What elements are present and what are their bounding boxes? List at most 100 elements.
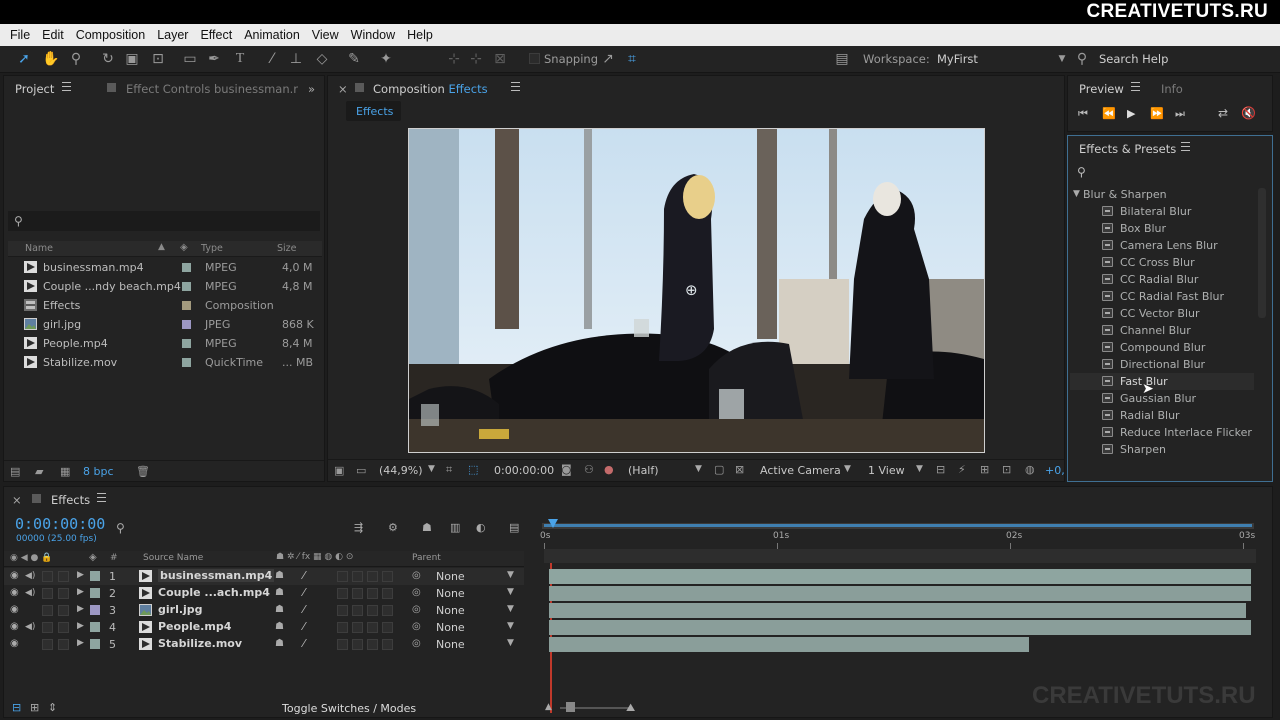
layer-duration-bar[interactable] bbox=[549, 586, 1251, 601]
frame-blending-icon[interactable]: ▥ bbox=[450, 521, 460, 534]
preview-tab[interactable]: Preview bbox=[1079, 82, 1124, 96]
motion-blur-switch[interactable] bbox=[367, 571, 378, 582]
expand-layer-icon[interactable]: ▶ bbox=[77, 621, 84, 631]
mute-audio-icon[interactable]: 🔇 bbox=[1241, 106, 1256, 120]
3d-layer-switch[interactable] bbox=[382, 605, 393, 616]
effect-item[interactable]: Fast Blur bbox=[1070, 373, 1254, 390]
timeline-timecode[interactable]: 0:00:00:00 bbox=[15, 515, 105, 533]
interpret-footage-icon[interactable]: ▤ bbox=[10, 465, 20, 478]
effect-item[interactable]: Radial Blur bbox=[1100, 407, 1260, 424]
layer-label-color[interactable] bbox=[90, 605, 100, 615]
view-axis-icon[interactable]: ⊠ bbox=[492, 51, 508, 67]
effect-item[interactable]: Bilateral Blur bbox=[1100, 203, 1260, 220]
layer-row[interactable]: ◉ ◀) ▶ 4 People.mp4 ☗ ⁄ ◎ None ▼ bbox=[4, 619, 524, 636]
channel-icon[interactable]: ● bbox=[604, 463, 614, 476]
motion-blur-switch[interactable] bbox=[367, 639, 378, 650]
column-source-name[interactable]: Source Name bbox=[143, 553, 203, 563]
project-item[interactable]: Couple ...ndy beach.mp4 MPEG 4,8 M bbox=[10, 277, 322, 296]
resolution-dropdown-icon[interactable]: ▼ bbox=[695, 464, 702, 474]
visibility-eye-icon[interactable]: ◉ bbox=[10, 639, 21, 649]
mask-visibility-icon[interactable]: ⬚ bbox=[468, 463, 478, 476]
quality-switch-icon[interactable]: ⁄ bbox=[303, 586, 305, 599]
grid-guide-icon[interactable]: ⌗ bbox=[446, 463, 452, 477]
3d-layer-switch[interactable] bbox=[382, 639, 393, 650]
composition-viewer[interactable]: ⊕ bbox=[408, 128, 985, 453]
shy-switch-icon[interactable]: ☗ bbox=[275, 570, 284, 581]
layer-name[interactable]: People.mp4 bbox=[158, 620, 231, 633]
motion-blur-switch[interactable] bbox=[367, 588, 378, 599]
effect-item[interactable]: CC Radial Blur bbox=[1100, 271, 1260, 288]
rectangle-tool-icon[interactable]: ▭ bbox=[182, 51, 198, 67]
frame-blend-switch[interactable] bbox=[352, 571, 363, 582]
camera-tool-icon[interactable]: ▣ bbox=[124, 51, 140, 67]
puppet-pin-tool-icon[interactable]: ✦ bbox=[378, 51, 394, 67]
lock-toggle[interactable] bbox=[58, 571, 69, 582]
lock-toggle[interactable] bbox=[58, 639, 69, 650]
region-of-interest-icon[interactable]: ▢ bbox=[714, 463, 724, 476]
snapping-checkbox[interactable] bbox=[529, 53, 540, 64]
close-tab-icon[interactable]: × bbox=[338, 82, 348, 96]
solo-toggle[interactable] bbox=[42, 622, 53, 633]
layer-name[interactable]: Couple ...ach.mp4 bbox=[158, 586, 270, 599]
first-frame-icon[interactable]: ⏮ bbox=[1078, 107, 1088, 121]
parent-pick-whip-icon[interactable]: ◎ bbox=[412, 570, 421, 581]
parent-dropdown-icon[interactable]: ▼ bbox=[507, 587, 514, 597]
column-size[interactable]: Size bbox=[277, 243, 297, 254]
pan-behind-tool-icon[interactable]: ⊡ bbox=[150, 51, 166, 67]
parent-dropdown-icon[interactable]: ▼ bbox=[507, 638, 514, 648]
local-axis-icon[interactable]: ⊹ bbox=[446, 51, 462, 67]
zoom-slider-handle[interactable] bbox=[566, 702, 575, 712]
hand-tool-icon[interactable]: ✋ bbox=[42, 51, 59, 67]
pen-tool-icon[interactable]: ✒ bbox=[206, 51, 222, 67]
magnification-select[interactable]: (44,9%) bbox=[379, 464, 423, 477]
shy-switch-icon[interactable]: ☗ bbox=[275, 604, 284, 615]
category-expand-icon[interactable]: ▼ bbox=[1073, 189, 1080, 199]
lock-toggle[interactable] bbox=[58, 622, 69, 633]
expand-layer-icon[interactable]: ▶ bbox=[77, 604, 84, 614]
preview-menu-icon[interactable] bbox=[1131, 82, 1140, 91]
project-item[interactable]: businessman.mp4 MPEG 4,0 M bbox=[10, 258, 322, 277]
world-axis-icon[interactable]: ⊹ bbox=[468, 51, 484, 67]
graph-editor-icon[interactable]: ▤ bbox=[509, 521, 519, 534]
effect-item[interactable]: CC Radial Fast Blur bbox=[1100, 288, 1260, 305]
frame-blend-switch[interactable] bbox=[352, 605, 363, 616]
work-area-range[interactable] bbox=[544, 524, 1252, 527]
label-color-swatch[interactable] bbox=[182, 282, 191, 291]
hide-shy-layers-icon[interactable]: ☗ bbox=[422, 521, 432, 534]
search-icon[interactable]: ⚲ bbox=[116, 521, 125, 535]
expand-in-out-icon[interactable]: ⇕ bbox=[48, 701, 57, 714]
loop-icon[interactable]: ⇄ bbox=[1218, 106, 1228, 120]
clone-stamp-tool-icon[interactable]: ⊥ bbox=[288, 51, 304, 67]
zoom-out-icon[interactable]: ▲ bbox=[545, 702, 552, 712]
parent-select[interactable]: None bbox=[436, 570, 465, 583]
effect-item[interactable]: CC Vector Blur bbox=[1100, 305, 1260, 322]
expand-layer-icon[interactable]: ▶ bbox=[77, 587, 84, 597]
delete-icon[interactable]: 🗑 bbox=[136, 465, 150, 478]
frame-blend-switch[interactable] bbox=[352, 639, 363, 650]
effect-switch[interactable] bbox=[337, 605, 348, 616]
column-name[interactable]: Name bbox=[25, 243, 53, 254]
menu-layer[interactable]: Layer bbox=[151, 28, 194, 42]
quality-switch-icon[interactable]: ⁄ bbox=[303, 637, 305, 650]
menu-effect[interactable]: Effect bbox=[194, 28, 238, 42]
snap-features-icon[interactable]: ⌗ bbox=[624, 51, 640, 67]
menu-view[interactable]: View bbox=[306, 28, 345, 42]
layer-duration-bar[interactable] bbox=[549, 569, 1251, 584]
effects-presets-tab[interactable]: Effects & Presets bbox=[1079, 142, 1176, 156]
expand-layer-switches-icon[interactable]: ⊟ bbox=[12, 701, 21, 714]
toggle-switches-modes-button[interactable]: Toggle Switches / Modes bbox=[282, 702, 416, 715]
zoom-tool-icon[interactable]: ⚲ bbox=[68, 51, 84, 67]
flowchart-icon[interactable]: ⊡ bbox=[1002, 463, 1011, 476]
project-menu-icon[interactable] bbox=[62, 82, 71, 91]
current-time-indicator[interactable] bbox=[548, 519, 558, 528]
effect-switch[interactable] bbox=[337, 622, 348, 633]
draft-3d-icon[interactable]: ⚙ bbox=[388, 521, 398, 534]
lock-toggle[interactable] bbox=[58, 605, 69, 616]
previous-frame-icon[interactable]: ⏪ bbox=[1102, 107, 1116, 120]
column-parent[interactable]: Parent bbox=[412, 553, 441, 563]
layer-duration-bar[interactable] bbox=[549, 637, 1029, 652]
parent-pick-whip-icon[interactable]: ◎ bbox=[412, 638, 421, 649]
shy-switch-icon[interactable]: ☗ bbox=[275, 587, 284, 598]
project-search-input[interactable]: ⚲ bbox=[8, 211, 320, 231]
anchor-point-icon[interactable]: ⊕ bbox=[685, 281, 698, 299]
